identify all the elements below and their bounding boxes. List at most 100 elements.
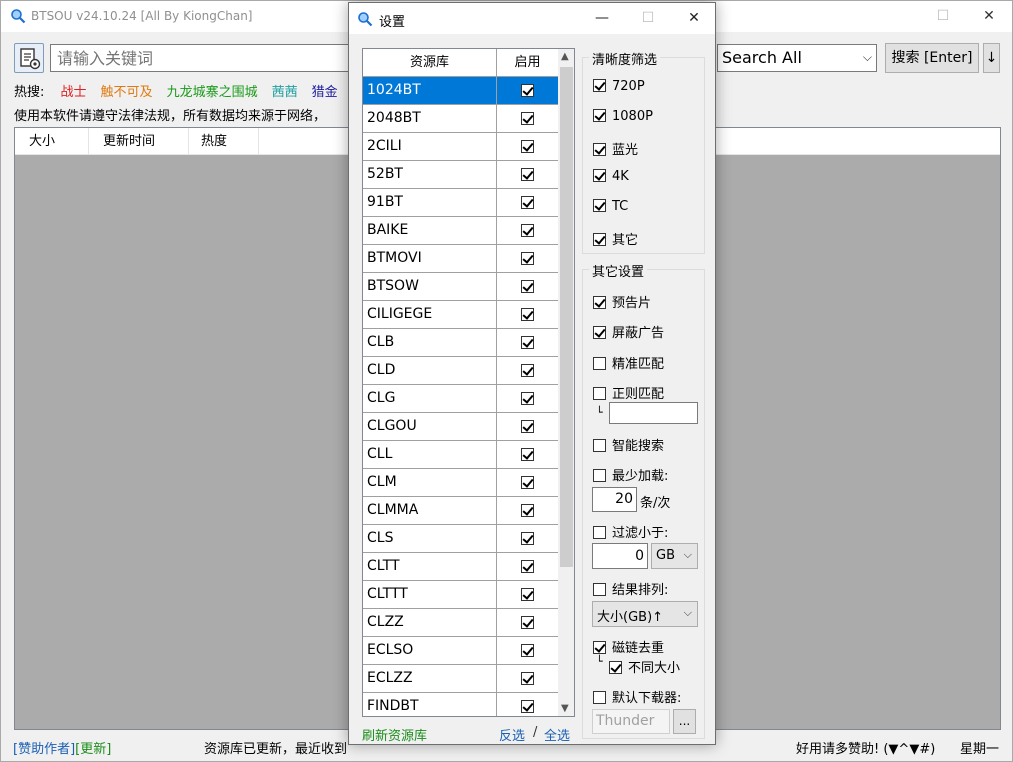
diff-size-checkbox[interactable] xyxy=(609,661,622,674)
min-load-checkbox[interactable] xyxy=(593,469,606,482)
repo-row[interactable]: CLB xyxy=(363,329,558,357)
repo-row[interactable]: 91BT xyxy=(363,189,558,217)
exact-match-option[interactable]: 精准匹配 xyxy=(593,353,664,372)
regex-match-checkbox[interactable] xyxy=(593,387,606,400)
repo-enabled-checkbox[interactable] xyxy=(521,112,534,125)
quality-option[interactable]: 1080P xyxy=(593,109,653,124)
trailer-checkbox[interactable] xyxy=(593,296,606,309)
repo-enabled-checkbox[interactable] xyxy=(521,644,534,657)
filter-size-input[interactable]: 0 xyxy=(592,543,648,569)
keyword-input[interactable] xyxy=(50,44,362,72)
repo-row[interactable]: 52BT xyxy=(363,161,558,189)
hot-item[interactable]: 茜茜 xyxy=(272,85,298,100)
header-enabled[interactable]: 启用 xyxy=(497,49,558,77)
quality-checkbox[interactable] xyxy=(593,143,606,156)
repo-row[interactable]: CLGOU xyxy=(363,413,558,441)
smart-search-checkbox[interactable] xyxy=(593,439,606,452)
quality-checkbox[interactable] xyxy=(593,199,606,212)
column-popularity[interactable]: 热度 xyxy=(189,128,259,155)
sponsor-link[interactable]: [赞助作者] xyxy=(13,742,75,757)
repo-enabled-checkbox[interactable] xyxy=(521,672,534,685)
repo-enabled-checkbox[interactable] xyxy=(521,448,534,461)
repo-row[interactable]: CLD xyxy=(363,357,558,385)
filter-size-checkbox[interactable] xyxy=(593,526,606,539)
repo-row[interactable]: 2048BT xyxy=(363,105,558,133)
header-repo[interactable]: 资源库 xyxy=(363,49,497,77)
repo-row[interactable]: ECLSO xyxy=(363,637,558,665)
filter-size-option[interactable]: 过滤小于: xyxy=(593,522,668,541)
repo-enabled-checkbox[interactable] xyxy=(521,336,534,349)
close-button[interactable]: ✕ xyxy=(671,3,717,34)
min-load-option[interactable]: 最少加载: xyxy=(593,465,668,484)
maximize-button[interactable]: ☐ xyxy=(625,3,671,34)
repo-row[interactable]: CLZZ xyxy=(363,609,558,637)
more-button[interactable]: ↓ xyxy=(983,43,1000,73)
scroll-thumb[interactable] xyxy=(560,67,573,567)
quality-option[interactable]: 4K xyxy=(593,169,629,184)
dedupe-option[interactable]: 磁链去重 xyxy=(593,637,664,656)
repo-enabled-checkbox[interactable] xyxy=(521,588,534,601)
filter-unit-select[interactable]: GB ⌵ xyxy=(651,543,698,569)
min-load-input[interactable]: 20 xyxy=(592,487,637,512)
repo-scrollbar[interactable]: ▲ ▼ xyxy=(558,49,574,716)
sort-option[interactable]: 结果排列: xyxy=(593,579,668,598)
repo-row[interactable]: ECLZZ xyxy=(363,665,558,693)
repo-enabled-checkbox[interactable] xyxy=(521,168,534,181)
regex-match-option[interactable]: 正则匹配 xyxy=(593,383,664,402)
repo-enabled-checkbox[interactable] xyxy=(521,560,534,573)
regex-input[interactable] xyxy=(609,402,698,424)
repo-row[interactable]: CLTT xyxy=(363,553,558,581)
quality-checkbox[interactable] xyxy=(593,109,606,122)
sort-select[interactable]: 大小(GB)↑ ⌵ xyxy=(592,601,698,627)
repo-row[interactable]: CLMMA xyxy=(363,497,558,525)
smart-search-option[interactable]: 智能搜索 xyxy=(593,435,664,454)
repo-row[interactable]: CLL xyxy=(363,441,558,469)
repo-enabled-checkbox[interactable] xyxy=(521,224,534,237)
sort-checkbox[interactable] xyxy=(593,583,606,596)
repo-grid[interactable]: 资源库 启用 1024BT 2048BT 2CILI 52BT 91BT BAIKE BTM… xyxy=(362,48,575,717)
hot-item[interactable]: 猎金 xyxy=(312,85,338,100)
block-ads-option[interactable]: 屏蔽广告 xyxy=(593,322,664,341)
repo-enabled-checkbox[interactable] xyxy=(521,84,534,97)
quality-option[interactable]: 蓝光 xyxy=(593,139,638,158)
repo-enabled-checkbox[interactable] xyxy=(521,196,534,209)
column-size[interactable]: 大小 xyxy=(15,128,89,155)
update-link[interactable]: [更新] xyxy=(75,742,111,757)
dialog-titlebar[interactable]: 设置 — ☐ ✕ xyxy=(349,3,715,34)
repo-enabled-checkbox[interactable] xyxy=(521,308,534,321)
hot-item[interactable]: 战士 xyxy=(61,85,87,100)
repo-row[interactable]: CLS xyxy=(363,525,558,553)
search-button[interactable]: 搜索 [Enter] xyxy=(885,43,979,73)
browse-button[interactable]: ... xyxy=(673,709,696,734)
repo-row[interactable]: 2CILI xyxy=(363,133,558,161)
repo-enabled-checkbox[interactable] xyxy=(521,532,534,545)
repo-row[interactable]: BTMOVI xyxy=(363,245,558,273)
exact-match-checkbox[interactable] xyxy=(593,357,606,370)
quality-option[interactable]: TC xyxy=(593,199,628,214)
quality-checkbox[interactable] xyxy=(593,169,606,182)
repo-row[interactable]: FINDBT xyxy=(363,693,558,716)
repo-enabled-checkbox[interactable] xyxy=(521,476,534,489)
repo-enabled-checkbox[interactable] xyxy=(521,252,534,265)
search-scope-select[interactable]: Search All ⌵ xyxy=(717,44,877,72)
repo-enabled-checkbox[interactable] xyxy=(521,392,534,405)
hot-item[interactable]: 九龙城寨之围城 xyxy=(167,85,258,100)
column-updated[interactable]: 更新时间 xyxy=(89,128,189,155)
default-downloader-option[interactable]: 默认下载器: xyxy=(593,687,681,706)
repo-enabled-checkbox[interactable] xyxy=(521,420,534,433)
repo-row[interactable]: BAIKE xyxy=(363,217,558,245)
quality-checkbox[interactable] xyxy=(593,79,606,92)
close-button[interactable]: ✕ xyxy=(966,1,1012,32)
settings-button[interactable] xyxy=(14,43,44,73)
downloader-input[interactable]: Thunder xyxy=(592,709,670,734)
repo-row[interactable]: 1024BT xyxy=(363,77,558,105)
invert-selection-link[interactable]: 反选 xyxy=(499,725,525,744)
dedupe-checkbox[interactable] xyxy=(593,641,606,654)
repo-enabled-checkbox[interactable] xyxy=(521,504,534,517)
scroll-up-icon[interactable]: ▲ xyxy=(561,51,569,62)
repo-row[interactable]: BTSOW xyxy=(363,273,558,301)
hot-item[interactable]: 触不可及 xyxy=(101,85,153,100)
quality-checkbox[interactable] xyxy=(593,233,606,246)
quality-option[interactable]: 其它 xyxy=(593,229,638,248)
minimize-button[interactable]: — xyxy=(579,3,625,34)
